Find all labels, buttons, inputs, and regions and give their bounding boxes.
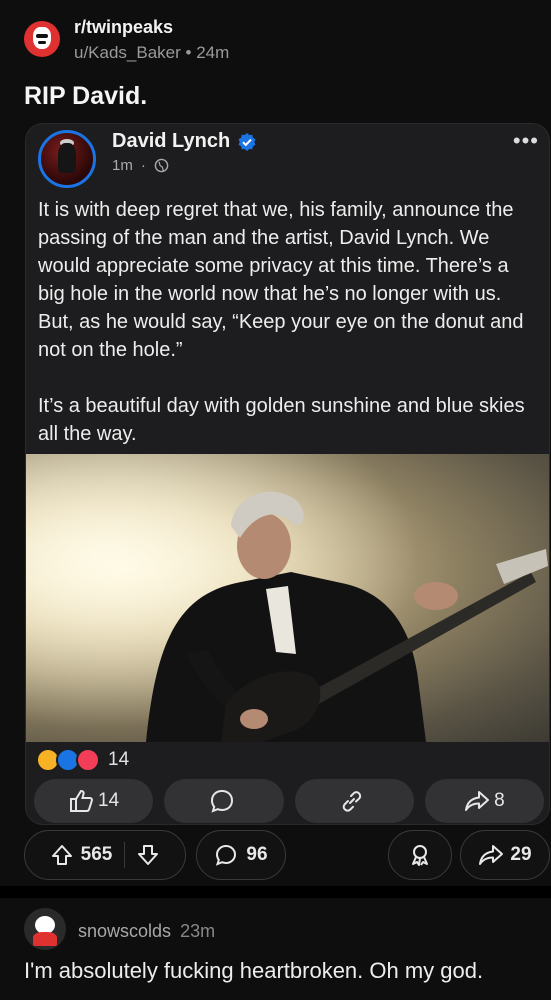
love-reaction-icon [76,748,100,772]
post-photo[interactable] [26,454,549,742]
comment-age: 23m [180,921,216,941]
like-button[interactable]: 14 [34,779,154,823]
award-button[interactable] [388,830,452,880]
post-time-row: 1m · [112,157,169,174]
post-age: 24m [196,42,230,62]
like-count: 14 [98,790,120,811]
vote-control: 565 [24,830,186,880]
upvote-count: 565 [80,844,113,865]
reddit-share-button[interactable]: 29 [460,830,550,880]
section-divider [0,886,551,898]
reddit-share-count: 29 [510,844,532,865]
comment-meta: snowscolds 23m [78,921,215,942]
share-button[interactable]: 8 [424,779,544,823]
post-paragraph-1: It is with deep regret that we, his fami… [38,199,524,361]
reddit-action-bar: 565 96 29 [24,830,550,880]
comment-bubble-icon [210,789,233,813]
comment-body: I'm absolutely fucking heartbroken. Oh m… [24,958,484,983]
separator-dot: • [185,42,192,62]
link-icon [342,791,362,812]
post-time: 1m [112,157,133,174]
comment-icon [216,844,237,866]
share-count: 8 [494,790,505,811]
time-dot: · [140,157,146,174]
share-arrow-icon [465,791,490,811]
post-title[interactable]: RIP David. [24,82,147,111]
post-text: It is with deep regret that we, his fami… [38,196,538,476]
profile-name: David Lynch [112,130,231,152]
verified-badge-icon [238,132,256,151]
downvote-icon[interactable] [137,844,159,866]
award-icon [412,845,428,866]
subreddit-name[interactable]: r/twinpeaks [74,16,229,39]
embedded-facebook-post[interactable]: David Lynch 1m · ••• It is with deep reg… [25,123,550,825]
comment-button[interactable] [164,779,284,823]
commenter-username[interactable]: snowscolds [78,921,171,941]
copy-link-button[interactable] [294,779,414,823]
more-options-icon[interactable]: ••• [513,128,539,154]
share-icon [479,845,504,865]
comments-button[interactable]: 96 [196,830,286,880]
subreddit-avatar[interactable] [24,21,60,58]
thumbs-up-icon [70,789,93,812]
upvote-icon[interactable] [51,844,73,866]
profile-avatar [38,130,96,188]
profile-name-row: David Lynch [112,130,257,153]
post-author[interactable]: u/Kads_Baker [74,43,181,62]
facebook-actions: 14 8 [34,779,544,823]
comment-count: 96 [246,844,268,865]
reactions-summary[interactable]: 14 [36,748,129,772]
globe-icon [154,158,169,173]
post-paragraph-2: It’s a beautiful day with golden sunshin… [38,395,525,445]
photo-illustration [26,454,549,742]
reaction-count: 14 [108,749,130,770]
post-header: r/twinpeaks u/Kads_Baker • 24m [24,16,229,63]
commenter-avatar[interactable] [24,908,66,950]
